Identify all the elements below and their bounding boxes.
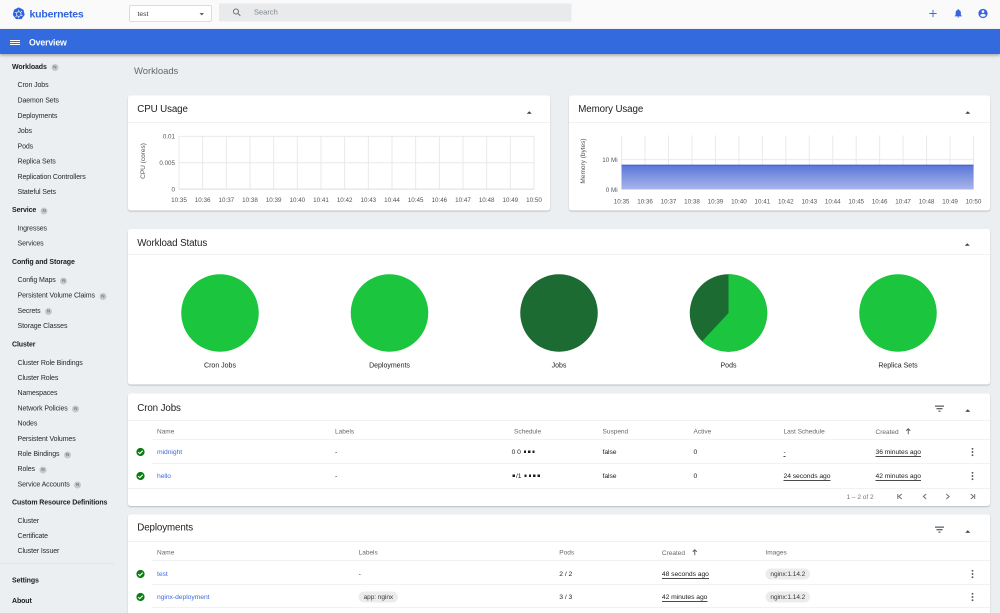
svg-text:10:50: 10:50: [966, 198, 982, 205]
svg-text:10:36: 10:36: [637, 198, 653, 205]
svg-text:0.01: 0.01: [163, 134, 176, 141]
svg-text:0.005: 0.005: [159, 160, 175, 167]
svg-text:10:43: 10:43: [361, 197, 377, 204]
svg-text:10:49: 10:49: [503, 197, 519, 204]
svg-text:0 Mi: 0 Mi: [606, 187, 618, 194]
svg-text:10:45: 10:45: [408, 197, 424, 204]
svg-text:10:47: 10:47: [895, 198, 911, 205]
svg-text:10:42: 10:42: [778, 198, 794, 205]
svg-text:10:38: 10:38: [242, 197, 258, 204]
svg-text:CPU (cores): CPU (cores): [140, 143, 147, 179]
svg-text:10:35: 10:35: [171, 197, 187, 204]
svg-text:10:36: 10:36: [195, 197, 211, 204]
svg-text:10:44: 10:44: [384, 197, 400, 204]
svg-text:10:43: 10:43: [801, 198, 817, 205]
svg-text:10:40: 10:40: [731, 198, 747, 205]
svg-text:10:42: 10:42: [337, 197, 353, 204]
svg-text:10:46: 10:46: [872, 198, 888, 205]
svg-text:10:38: 10:38: [684, 198, 700, 205]
svg-text:10:49: 10:49: [942, 198, 958, 205]
svg-text:10:46: 10:46: [432, 197, 448, 204]
svg-text:10:40: 10:40: [290, 197, 306, 204]
svg-text:Replica Sets: Replica Sets: [878, 363, 918, 370]
svg-text:0: 0: [172, 186, 176, 193]
svg-text:10 Mi: 10 Mi: [602, 157, 617, 164]
svg-text:10:48: 10:48: [479, 197, 495, 204]
svg-text:10:35: 10:35: [614, 198, 630, 205]
svg-text:10:41: 10:41: [755, 198, 771, 205]
svg-text:Jobs: Jobs: [552, 363, 567, 370]
svg-text:10:37: 10:37: [661, 198, 677, 205]
svg-text:10:48: 10:48: [919, 198, 935, 205]
svg-text:10:39: 10:39: [708, 198, 724, 205]
svg-text:Cron Jobs: Cron Jobs: [204, 363, 236, 370]
svg-text:Deployments: Deployments: [369, 363, 410, 370]
svg-text:Memory (bytes): Memory (bytes): [580, 138, 587, 183]
svg-text:10:50: 10:50: [526, 197, 542, 204]
svg-text:10:44: 10:44: [825, 198, 841, 205]
svg-text:10:39: 10:39: [266, 197, 282, 204]
svg-text:10:47: 10:47: [455, 197, 471, 204]
svg-text:10:45: 10:45: [848, 198, 864, 205]
svg-text:10:37: 10:37: [219, 197, 235, 204]
svg-text:10:41: 10:41: [313, 197, 329, 204]
svg-text:Pods: Pods: [721, 363, 737, 370]
